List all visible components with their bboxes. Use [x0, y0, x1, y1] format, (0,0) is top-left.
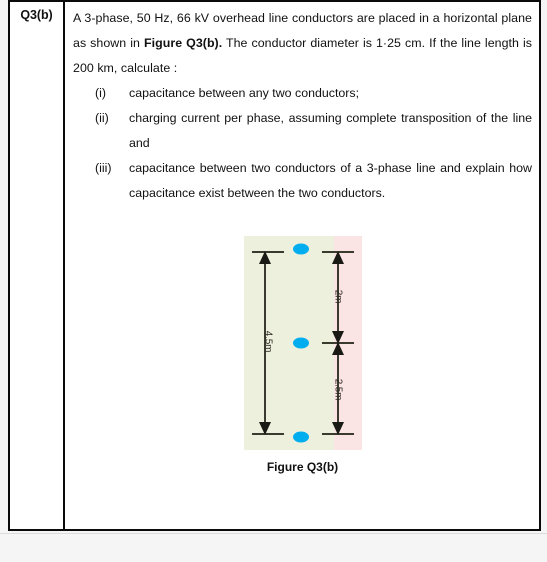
sub-item-marker: (ii)	[95, 111, 109, 125]
figure-canvas: 4.5m 2m 2.5m	[243, 236, 362, 450]
right-dimension-bottom-label: 2.5m	[332, 378, 343, 401]
sub-item-text: charging current per phase, assuming com…	[129, 111, 532, 150]
sub-item-text: capacitance between two conductors of a …	[129, 161, 532, 200]
left-dimension-label: 4.5m	[262, 330, 273, 353]
figure-reference-bold: Figure Q3(b).	[143, 36, 223, 50]
sub-item-marker: (iii)	[95, 161, 112, 175]
sub-item-marker: (i)	[95, 86, 107, 100]
figure-caption: Figure Q3(b)	[266, 460, 339, 474]
transmission-line-diagram	[251, 243, 354, 443]
page-bottom-bar	[0, 533, 547, 562]
question-intro-paragraph: A 3-phase, 50 Hz, 66 kV overhead line co…	[73, 6, 532, 81]
list-item: (iii) capacitance between two conductors…	[73, 156, 532, 206]
conductor-dot-bottom	[292, 431, 309, 443]
sub-item-text: capacitance between any two conductors;	[129, 86, 360, 100]
question-number-cell: Q3(b)	[10, 2, 65, 529]
list-item: (i) capacitance between any two conducto…	[73, 81, 532, 106]
figure-block: 4.5m 2m 2.5m Figure Q3(b)	[73, 236, 532, 474]
question-table: Q3(b) A 3-phase, 50 Hz, 66 kV overhead l…	[8, 0, 541, 531]
question-body-cell: A 3-phase, 50 Hz, 66 kV overhead line co…	[65, 2, 539, 529]
page-root: Q3(b) A 3-phase, 50 Hz, 66 kV overhead l…	[0, 0, 547, 562]
question-sub-items-list: (i) capacitance between any two conducto…	[73, 81, 532, 206]
right-dimension-top-label: 2m	[332, 289, 343, 304]
conductor-dot-middle	[292, 337, 309, 349]
conductor-dot-top	[292, 243, 309, 255]
question-number-label: Q3(b)	[20, 8, 53, 22]
list-item: (ii) charging current per phase, assumin…	[73, 106, 532, 156]
